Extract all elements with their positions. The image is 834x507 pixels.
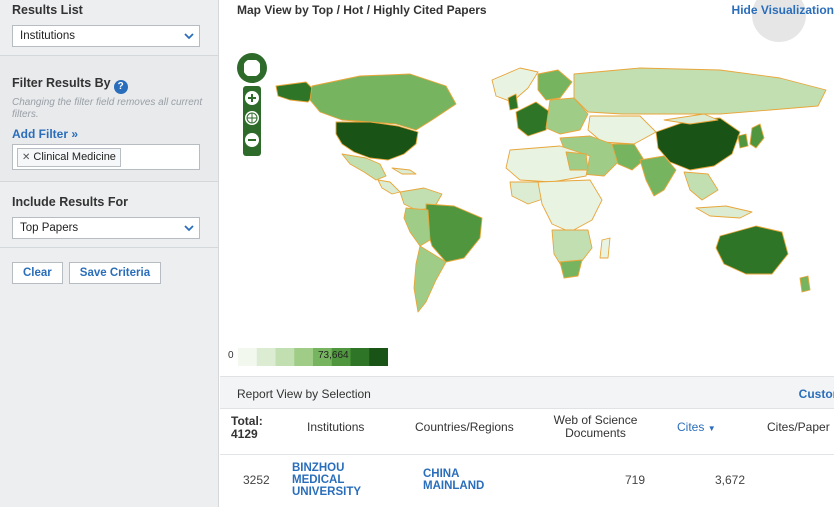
column-cites-per-paper[interactable]: Cites/Paper bbox=[767, 421, 830, 434]
row-rank: 3252 bbox=[243, 473, 270, 487]
filter-box[interactable]: ✕ Clinical Medicine bbox=[12, 144, 200, 170]
region-korea bbox=[737, 133, 749, 149]
institution-link[interactable]: BINZHOU MEDICAL UNIVERSITY bbox=[292, 462, 361, 498]
map-controls[interactable] bbox=[234, 52, 270, 158]
table-row: 3252 BINZHOU MEDICAL UNIVERSITY CHINA MA… bbox=[220, 456, 834, 507]
institution-line: UNIVERSITY bbox=[292, 486, 362, 498]
filter-chip-label: Clinical Medicine bbox=[33, 151, 116, 163]
include-selected: Top Papers bbox=[20, 222, 79, 234]
map-title: Map View by Top / Hot / Highly Cited Pap… bbox=[237, 3, 487, 17]
region-caribbean bbox=[391, 167, 417, 175]
results-list-section: Results List Institutions bbox=[0, 0, 218, 56]
sidebar: Results List Institutions Filter Results… bbox=[0, 0, 219, 507]
main-panel: Map View by Top / Hot / Highly Cited Pap… bbox=[220, 0, 834, 507]
add-filter-link[interactable]: Add Filter » bbox=[12, 127, 206, 141]
globe-icon[interactable] bbox=[245, 111, 259, 125]
legend-swatch bbox=[350, 348, 370, 366]
region-usa bbox=[335, 121, 419, 161]
total-label: Total: 4129 bbox=[231, 415, 263, 441]
map-legend: 0 73,664 bbox=[228, 348, 388, 366]
zoom-in-icon[interactable] bbox=[245, 91, 259, 105]
help-icon[interactable]: ? bbox=[113, 80, 128, 94]
remove-icon[interactable]: ✕ bbox=[22, 152, 30, 163]
results-list-title: Results List bbox=[12, 3, 83, 17]
column-wos-line2: Documents bbox=[565, 426, 626, 440]
region-iran bbox=[611, 143, 645, 171]
legend-swatch bbox=[238, 348, 258, 366]
region-russia bbox=[573, 67, 827, 115]
chevron-down-icon bbox=[179, 218, 199, 238]
world-map[interactable] bbox=[220, 40, 834, 340]
save-criteria-button[interactable]: Save Criteria bbox=[68, 262, 162, 284]
institution-line: BINZHOU bbox=[292, 462, 345, 474]
legend-swatch bbox=[275, 348, 295, 366]
region-central-america bbox=[377, 179, 401, 195]
column-institutions[interactable]: Institutions bbox=[307, 421, 364, 434]
country-link[interactable]: CHINA MAINLAND bbox=[423, 468, 484, 492]
region-new-zealand bbox=[799, 275, 811, 293]
zoom-out-icon[interactable] bbox=[245, 133, 259, 147]
region-southeast-asia bbox=[683, 171, 719, 201]
region-madagascar bbox=[599, 237, 611, 259]
region-scandinavia bbox=[537, 69, 573, 101]
filter-section: Filter Results By? Changing the filter f… bbox=[0, 56, 218, 182]
country-line: MAINLAND bbox=[423, 480, 485, 492]
region-egypt bbox=[565, 151, 589, 171]
legend-scale bbox=[238, 348, 388, 366]
filter-title-text: Filter Results By bbox=[12, 76, 111, 90]
row-cites: 3,672 bbox=[715, 473, 746, 487]
row-wos-docs: 719 bbox=[625, 473, 646, 487]
actions-section: Clear Save Criteria bbox=[0, 248, 218, 284]
institution-line: MEDICAL bbox=[292, 474, 345, 486]
results-list-selected: Institutions bbox=[20, 30, 75, 42]
include-title: Include Results For bbox=[12, 195, 128, 209]
table-header: Total: 4129 Institutions Countries/Regio… bbox=[220, 409, 834, 455]
column-countries[interactable]: Countries/Regions bbox=[415, 421, 514, 434]
country-line: CHINA bbox=[423, 468, 460, 480]
region-western-europe bbox=[515, 101, 551, 137]
pan-icon[interactable] bbox=[237, 53, 267, 83]
customize-link[interactable]: Custon bbox=[799, 387, 834, 401]
region-central-africa bbox=[537, 179, 603, 233]
filter-hint: Changing the filter field removes all cu… bbox=[12, 97, 203, 120]
clear-button[interactable]: Clear bbox=[12, 262, 63, 284]
legend-swatch bbox=[369, 348, 388, 366]
legend-swatch bbox=[294, 348, 314, 366]
legend-swatch bbox=[256, 348, 276, 366]
chevron-down-icon bbox=[179, 26, 199, 46]
region-indonesia bbox=[695, 205, 753, 219]
report-header-bar: Report View by Selection Custon bbox=[220, 376, 834, 409]
region-canada bbox=[309, 73, 457, 131]
region-brazil bbox=[425, 203, 483, 263]
include-section: Include Results For Top Papers bbox=[0, 182, 218, 248]
sort-desc-icon: ▼ bbox=[707, 424, 716, 433]
report-title: Report View by Selection bbox=[237, 387, 371, 401]
column-wos-documents[interactable]: Web of Science Documents bbox=[548, 414, 643, 440]
region-japan bbox=[749, 123, 765, 149]
legend-min: 0 bbox=[228, 350, 234, 361]
region-australia bbox=[715, 225, 789, 275]
include-select[interactable]: Top Papers bbox=[12, 217, 200, 239]
filter-title: Filter Results By? bbox=[12, 75, 206, 94]
filter-chip: ✕ Clinical Medicine bbox=[17, 148, 121, 167]
results-list-select[interactable]: Institutions bbox=[12, 25, 200, 47]
legend-max: 73,664 bbox=[318, 350, 349, 361]
column-cites[interactable]: Cites ▼ bbox=[677, 421, 716, 435]
region-peru-bolivia bbox=[403, 207, 431, 247]
hide-visualization-link[interactable]: Hide Visualization bbox=[732, 3, 834, 17]
column-cites-label: Cites bbox=[677, 420, 705, 434]
total-value: 4129 bbox=[231, 427, 258, 441]
region-south-africa bbox=[559, 259, 583, 279]
